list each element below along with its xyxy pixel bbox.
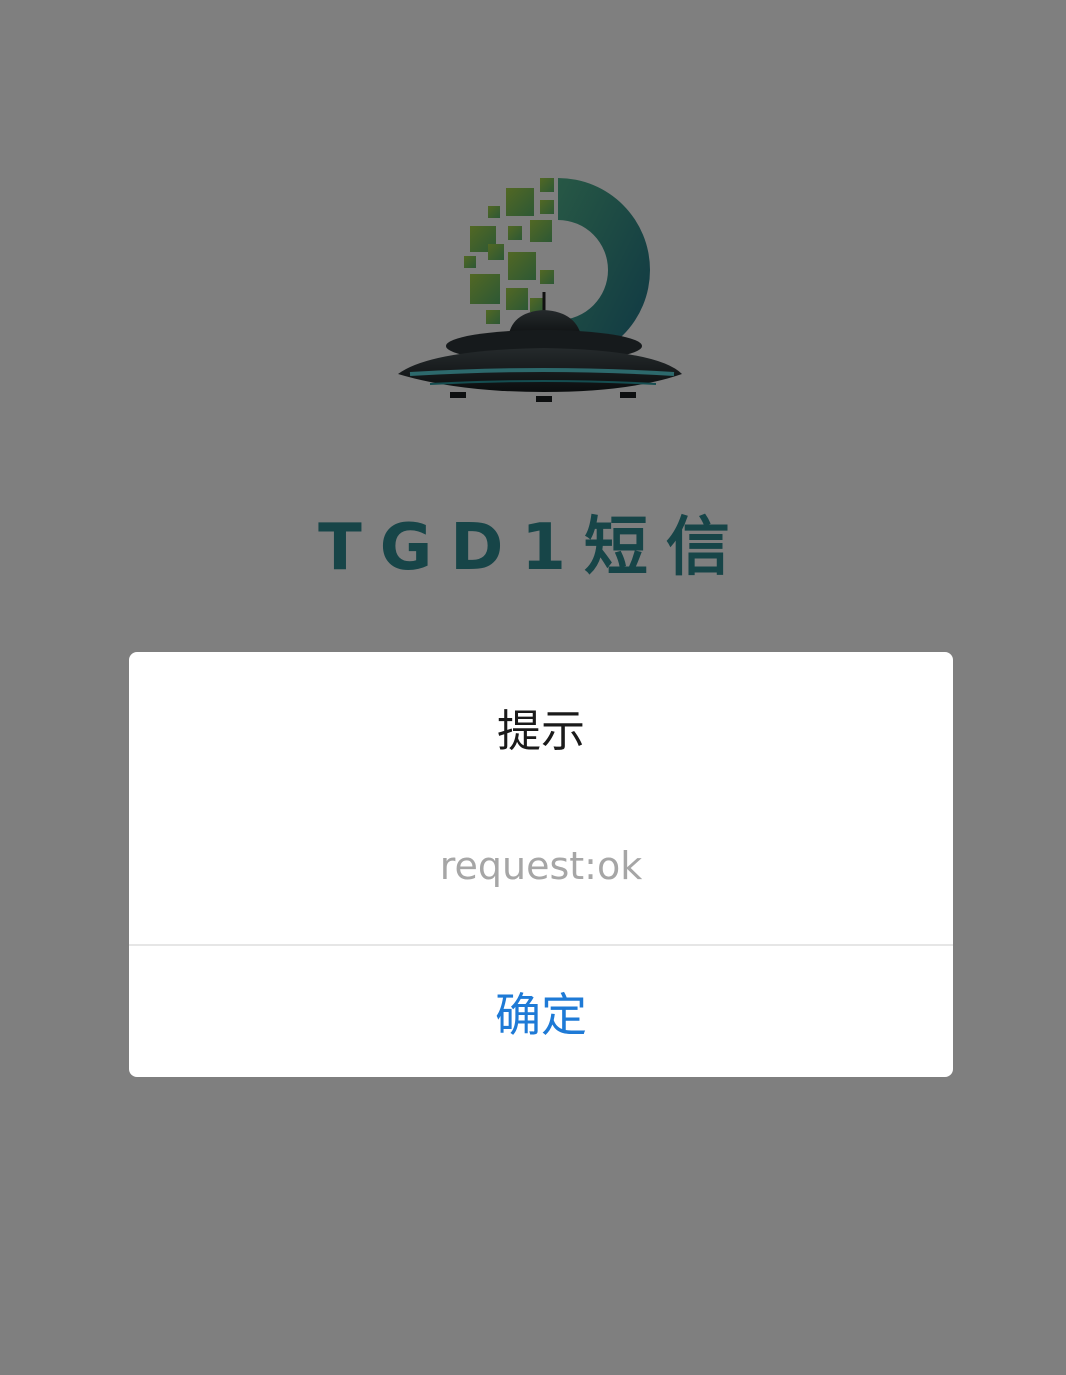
alert-dialog: 提示 request:ok 确定 [129, 652, 953, 1077]
dialog-title: 提示 [497, 706, 585, 757]
confirm-button[interactable]: 确定 [129, 946, 953, 1077]
dialog-message: request:ok [439, 844, 643, 888]
